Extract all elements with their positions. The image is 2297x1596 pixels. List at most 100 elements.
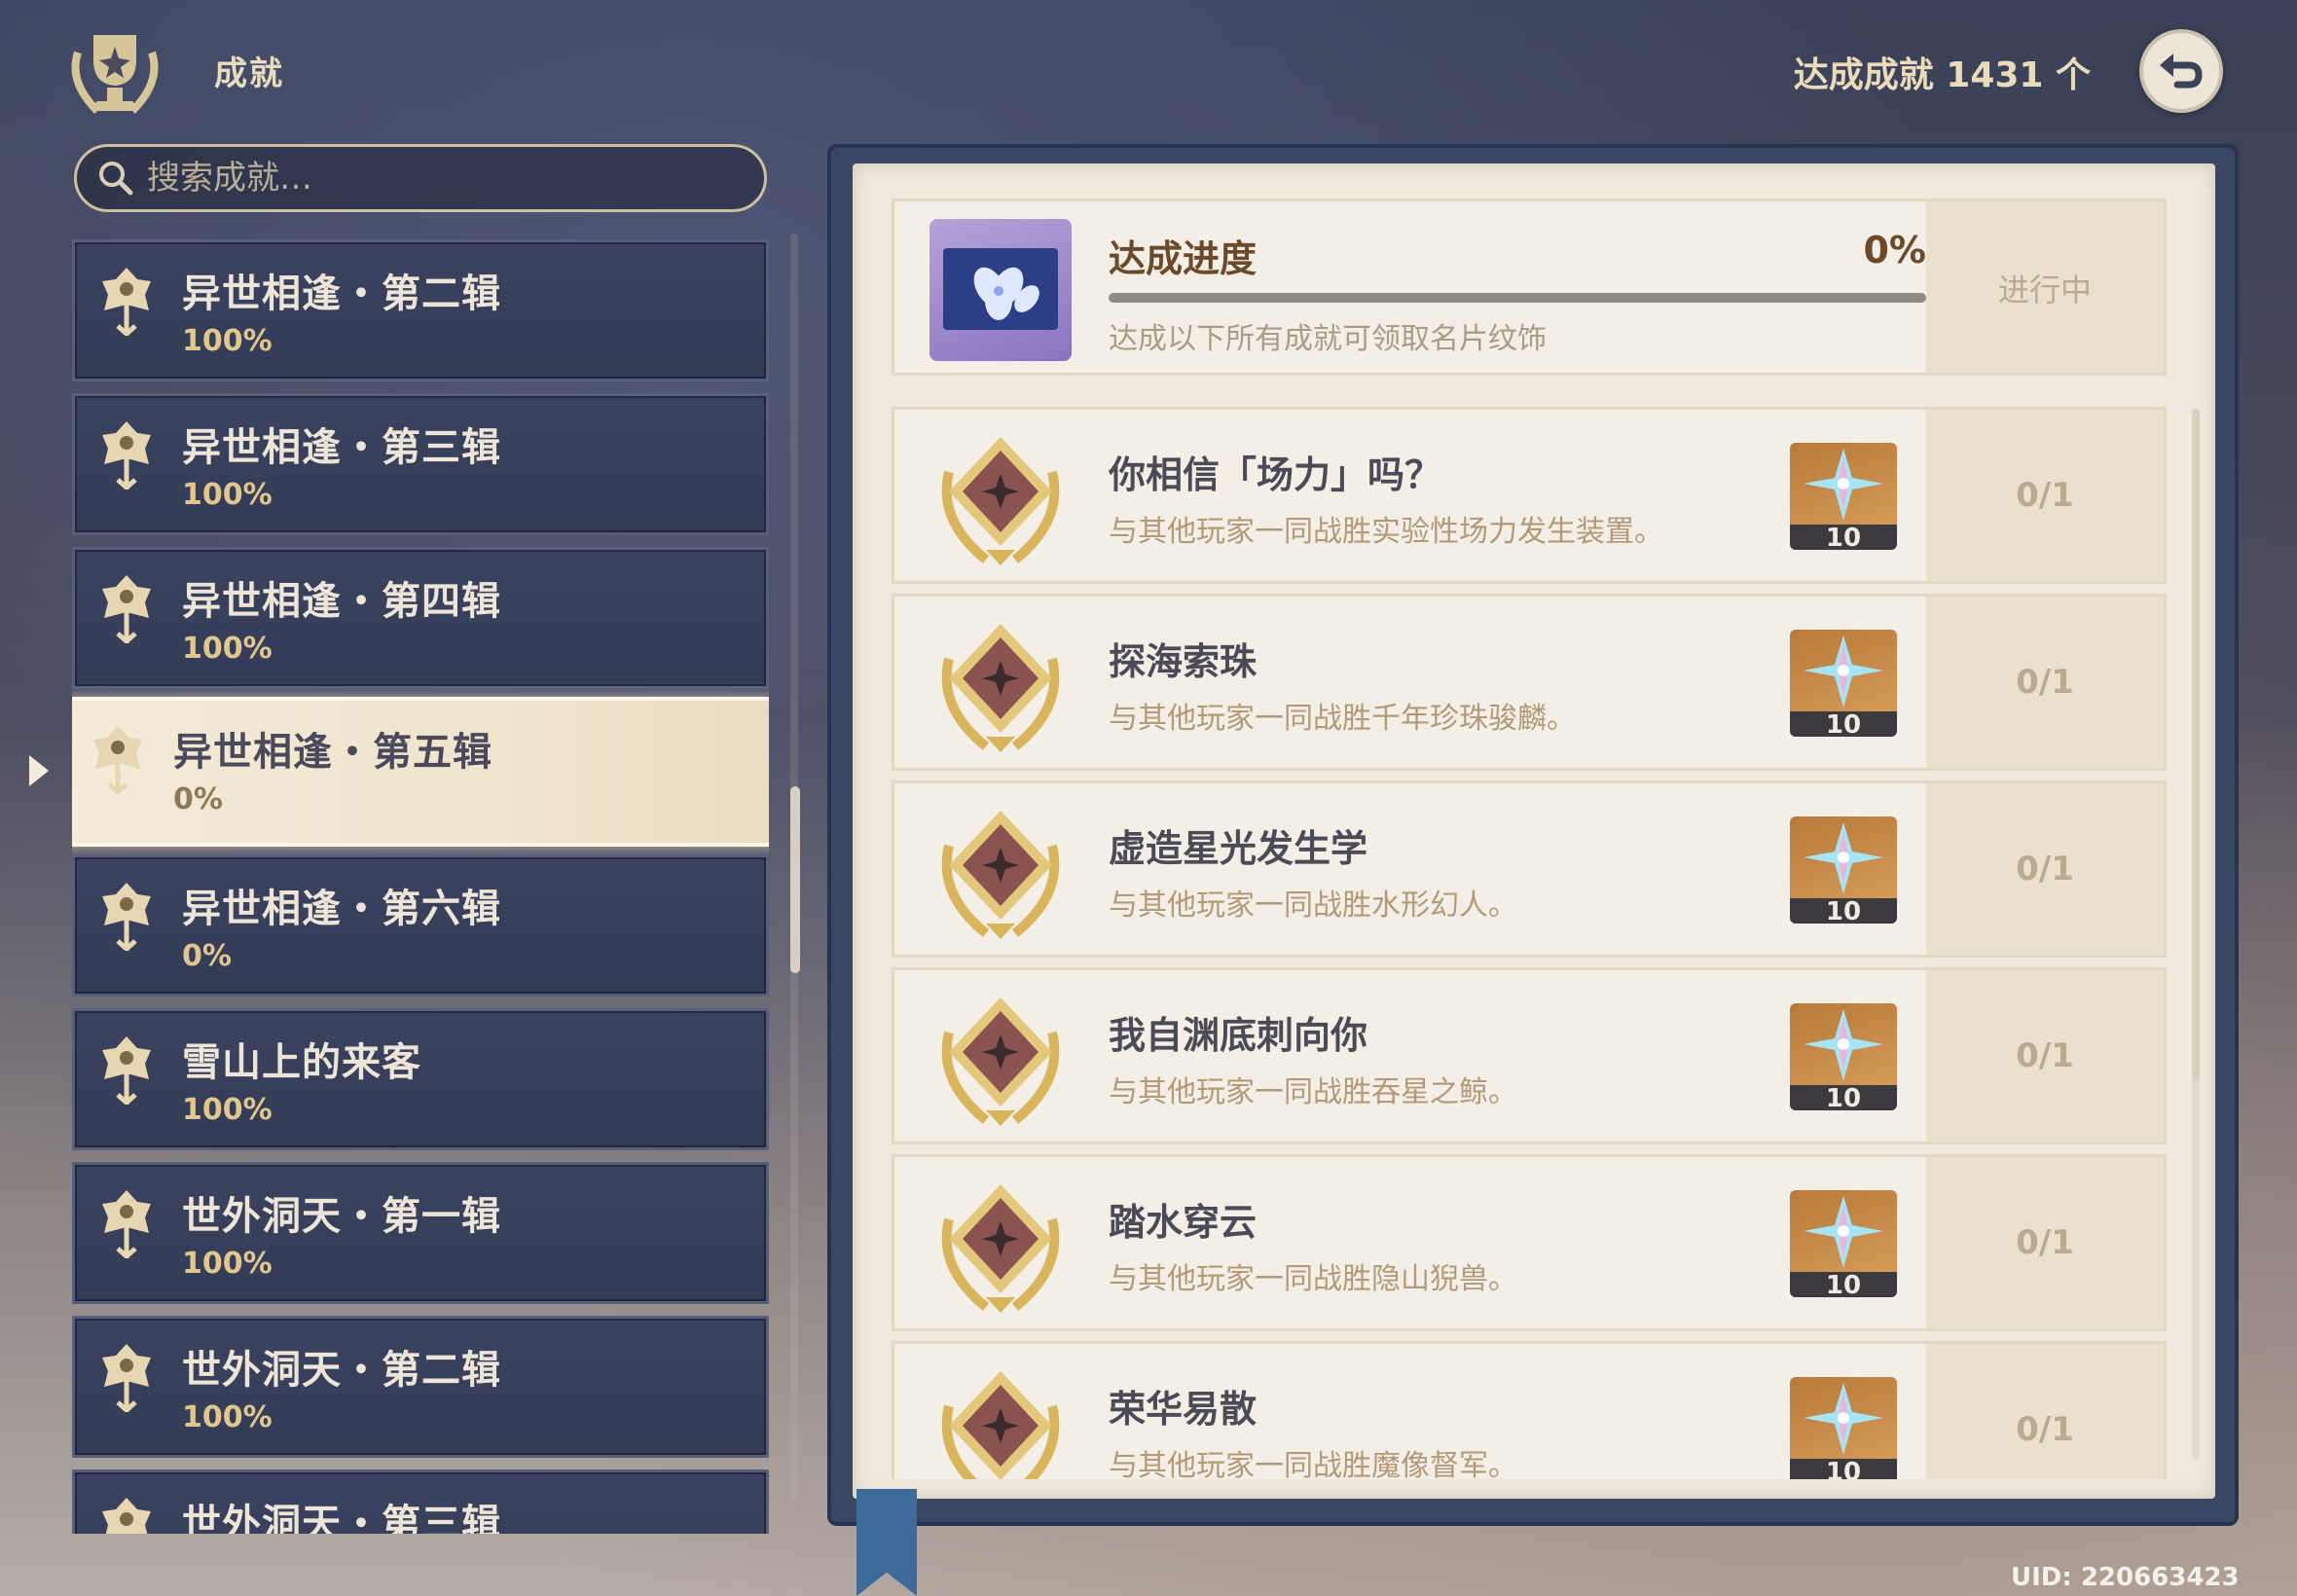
progress-card: 达成进度 0% 达成以下所有成就可领取名片纹饰 进行中 bbox=[892, 199, 2167, 376]
reward-quantity: 10 bbox=[1790, 1085, 1897, 1110]
category-list: 异世相逢・第二辑 100% 异世相逢・第三辑 100% 异世相逢・第四辑 100% 异世相逢… bbox=[72, 239, 769, 1534]
reward-quantity: 10 bbox=[1790, 898, 1897, 924]
category-item[interactable]: 异世相逢・第五辑 0% bbox=[72, 697, 769, 847]
primogem-icon bbox=[1804, 1009, 1883, 1081]
category-name: 异世相逢・第三辑 bbox=[182, 425, 501, 470]
category-percent: 0% bbox=[182, 939, 232, 973]
reward-item[interactable]: 10 bbox=[1790, 630, 1897, 737]
progress-title: 达成进度 bbox=[1109, 237, 1258, 280]
achievement-count: 0/1 bbox=[2016, 476, 2074, 515]
category-badge-icon bbox=[98, 573, 155, 647]
category-badge-icon bbox=[98, 881, 155, 955]
category-name: 异世相逢・第五辑 bbox=[173, 730, 492, 775]
achievement-title: 探海索珠 bbox=[1109, 640, 1258, 683]
achievement-description: 与其他玩家一同战胜魔像督军。 bbox=[1109, 1449, 1517, 1479]
achievement-count: 0/1 bbox=[2016, 850, 2074, 889]
selection-indicator bbox=[29, 755, 49, 786]
category-item[interactable]: 世外洞天・第二辑 100% bbox=[72, 1316, 769, 1458]
achievement-title: 虚造星光发生学 bbox=[1109, 827, 1368, 870]
laurel-medal-icon bbox=[928, 984, 1074, 1130]
reward-quantity: 10 bbox=[1790, 1272, 1897, 1297]
search-icon bbox=[99, 162, 133, 196]
category-name: 异世相逢・第二辑 bbox=[182, 272, 501, 316]
search-bar[interactable] bbox=[74, 144, 767, 212]
achieved-count: 达成成就 1431 个 bbox=[1793, 55, 2091, 95]
back-button[interactable] bbox=[2139, 29, 2223, 113]
laurel-medal-icon bbox=[928, 1171, 1074, 1317]
achievement-count: 0/1 bbox=[2016, 1223, 2074, 1262]
achievement-row[interactable]: 荣华易散与其他玩家一同战胜魔像督军。 10 0/1 bbox=[892, 1341, 2167, 1479]
namecard-reward-icon[interactable] bbox=[930, 219, 1072, 361]
category-name: 世外洞天・第一辑 bbox=[182, 1194, 501, 1239]
back-arrow-icon bbox=[2160, 54, 2203, 89]
reward-quantity: 10 bbox=[1790, 525, 1897, 550]
achievement-list: 你相信「场力」吗？ 与其他玩家一同战胜实验性场力发生装置。 10 0/1 探海索珠 与其他… bbox=[892, 407, 2167, 1479]
achievement-description: 与其他玩家一同战胜水形幻人。 bbox=[1109, 889, 1517, 923]
primogem-icon bbox=[1804, 1196, 1883, 1268]
laurel-medal-icon bbox=[928, 797, 1074, 943]
category-item[interactable]: 异世相逢・第四辑 100% bbox=[72, 547, 769, 689]
category-name: 异世相逢・第四辑 bbox=[182, 579, 501, 624]
achievement-count: 0/1 bbox=[2016, 663, 2074, 702]
trophy-laurel-icon bbox=[71, 35, 159, 114]
achievement-description: 与其他玩家一同战胜吞星之鲸。 bbox=[1109, 1075, 1517, 1109]
category-badge-icon bbox=[98, 1188, 155, 1262]
achievement-description: 与其他玩家一同战胜千年珍珠骏麟。 bbox=[1109, 702, 1576, 736]
progress-bar bbox=[1109, 293, 1926, 303]
reward-quantity: 10 bbox=[1790, 1459, 1897, 1479]
achievement-count: 0/1 bbox=[2016, 1410, 2074, 1449]
category-scrollbar-thumb[interactable] bbox=[790, 786, 800, 973]
achievement-description: 与其他玩家一同战胜隐山猊兽。 bbox=[1109, 1262, 1517, 1296]
category-item[interactable]: 世外洞天・第一辑 100% bbox=[72, 1162, 769, 1304]
achievement-title: 踏水穿云 bbox=[1109, 1201, 1258, 1244]
category-item[interactable]: 异世相逢・第六辑 0% bbox=[72, 854, 769, 997]
category-item[interactable]: 异世相逢・第二辑 100% bbox=[72, 239, 769, 381]
category-badge-icon bbox=[98, 266, 155, 340]
progress-description: 达成以下所有成就可领取名片纹饰 bbox=[1109, 322, 1547, 356]
bookmark-ribbon bbox=[857, 1489, 917, 1596]
primogem-icon bbox=[1804, 822, 1883, 894]
achievement-count: 0/1 bbox=[2016, 1036, 2074, 1075]
uid-label: UID: 220663423 bbox=[2011, 1563, 2240, 1592]
category-percent: 100% bbox=[182, 478, 273, 512]
category-badge-icon bbox=[98, 419, 155, 493]
category-percent: 100% bbox=[182, 1093, 273, 1127]
achievement-title: 我自渊底刺向你 bbox=[1109, 1014, 1368, 1057]
category-name: 世外洞天・第三辑 bbox=[182, 1502, 501, 1534]
primogem-icon bbox=[1804, 1383, 1883, 1455]
laurel-medal-icon bbox=[928, 423, 1074, 569]
category-percent: 100% bbox=[182, 1400, 273, 1434]
primogem-icon bbox=[1804, 449, 1883, 521]
page-title: 成就 bbox=[214, 54, 284, 93]
category-item[interactable]: 雪山上的来客 100% bbox=[72, 1008, 769, 1150]
reward-item[interactable]: 10 bbox=[1790, 816, 1897, 924]
reward-item[interactable]: 10 bbox=[1790, 1377, 1897, 1479]
category-percent: 0% bbox=[173, 782, 223, 816]
category-percent: 100% bbox=[182, 1247, 273, 1281]
progress-status: 进行中 bbox=[1997, 272, 2092, 308]
category-badge-icon bbox=[98, 1496, 155, 1534]
category-name: 雪山上的来客 bbox=[182, 1040, 421, 1085]
reward-item[interactable]: 10 bbox=[1790, 1003, 1897, 1110]
category-percent: 100% bbox=[182, 632, 273, 666]
achievement-title: 荣华易散 bbox=[1109, 1388, 1258, 1431]
achievement-row[interactable]: 踏水穿云与其他玩家一同战胜隐山猊兽。 10 0/1 bbox=[892, 1154, 2167, 1331]
reward-item[interactable]: 10 bbox=[1790, 1190, 1897, 1297]
achievement-title: 你相信「场力」吗？ bbox=[1109, 453, 1442, 496]
progress-percent: 0% bbox=[1863, 229, 1926, 272]
achievement-description: 与其他玩家一同战胜实验性场力发生装置。 bbox=[1109, 515, 1663, 549]
category-percent: 100% bbox=[182, 324, 273, 358]
achievement-row[interactable]: 虚造星光发生学与其他玩家一同战胜水形幻人。 10 0/1 bbox=[892, 780, 2167, 958]
reward-quantity: 10 bbox=[1790, 711, 1897, 737]
category-badge-icon bbox=[98, 1342, 155, 1416]
achievement-row[interactable]: 你相信「场力」吗？ 与其他玩家一同战胜实验性场力发生装置。 10 0/1 bbox=[892, 407, 2167, 584]
search-input[interactable] bbox=[145, 158, 733, 199]
reward-item[interactable]: 10 bbox=[1790, 443, 1897, 550]
category-badge-icon bbox=[98, 1034, 155, 1108]
category-item[interactable]: 异世相逢・第三辑 100% bbox=[72, 393, 769, 535]
laurel-medal-icon bbox=[928, 610, 1074, 756]
achievement-row[interactable]: 我自渊底刺向你与其他玩家一同战胜吞星之鲸。 10 0/1 bbox=[892, 967, 2167, 1144]
achievement-scrollbar-thumb[interactable] bbox=[2192, 409, 2200, 1080]
achievement-row[interactable]: 探海索珠与其他玩家一同战胜千年珍珠骏麟。 10 0/1 bbox=[892, 594, 2167, 771]
category-item[interactable]: 世外洞天・第三辑 bbox=[72, 1469, 769, 1534]
